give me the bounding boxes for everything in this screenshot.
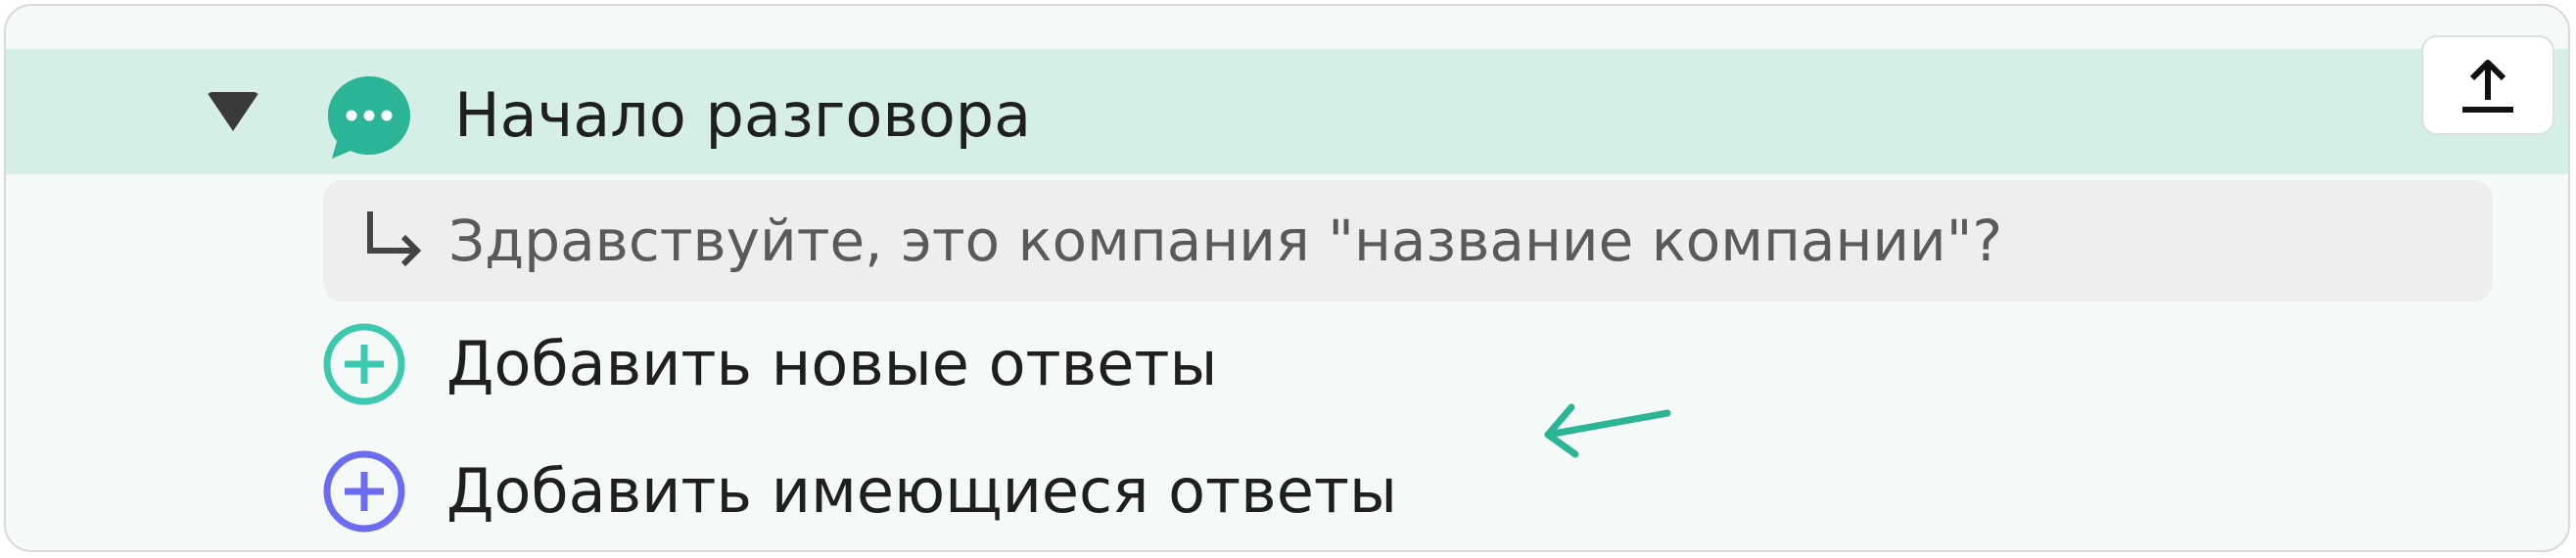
export-button[interactable] — [2421, 35, 2554, 135]
annotation-arrow-icon — [1544, 403, 1671, 458]
node-title: Начало разговора — [454, 79, 1032, 151]
dialog-tree-panel: Начало разговора Здравствуйте, это компа… — [4, 4, 2570, 552]
reply-arrow-icon — [367, 211, 422, 267]
plus-circle-icon — [323, 323, 405, 405]
add-existing-answers-label: Добавить имеющиеся ответы — [446, 455, 1397, 527]
chat-bubble-icon — [328, 76, 410, 159]
add-new-answers-label: Добавить новые ответы — [446, 328, 1218, 399]
plus-circle-icon — [323, 450, 405, 533]
upload-icon — [2462, 60, 2513, 113]
message-text: Здравствуйте, это компания "название ком… — [448, 208, 2003, 274]
collapse-caret-icon[interactable] — [207, 92, 259, 131]
message-item[interactable]: Здравствуйте, это компания "название ком… — [323, 180, 2493, 302]
